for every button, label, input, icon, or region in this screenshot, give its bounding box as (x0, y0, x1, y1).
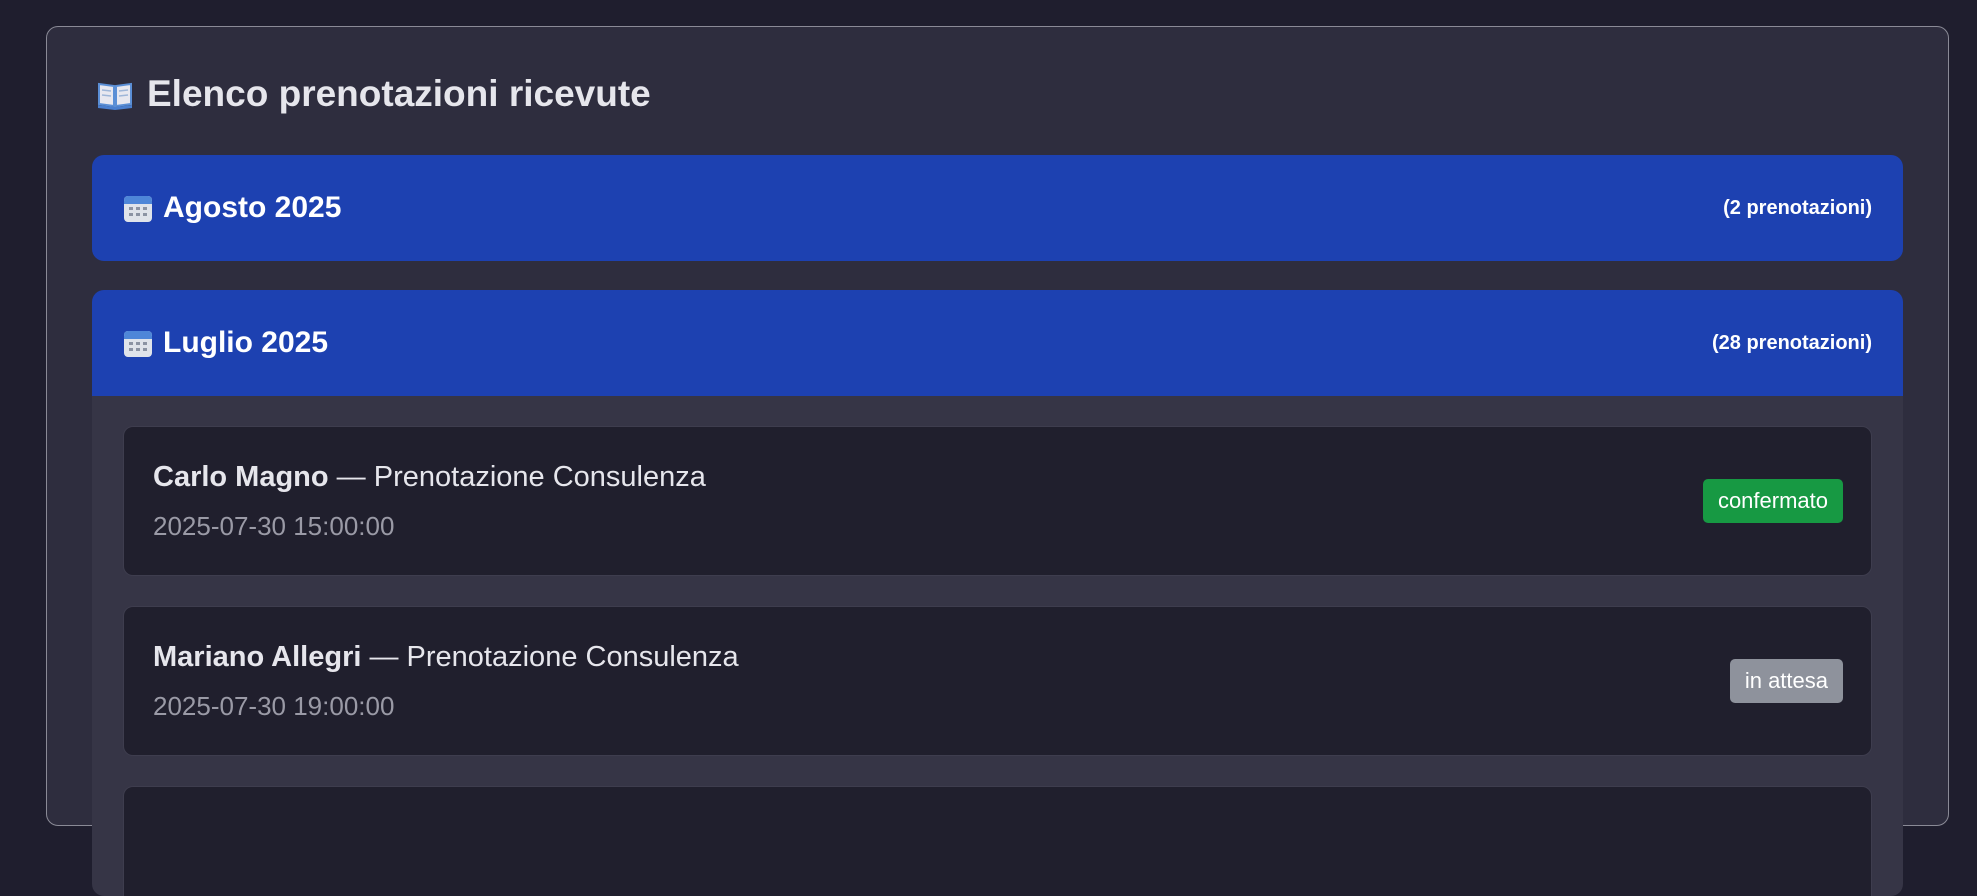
bookings-panel: Elenco prenotazioni ricevute Agosto 2025… (46, 26, 1949, 896)
open-book-icon (98, 82, 132, 110)
month-title-text: Agosto 2025 (163, 191, 342, 224)
customer-name: Carlo Magno (153, 461, 329, 493)
booking-card[interactable]: Carlo Magno — Prenotazione Consulenza 20… (123, 426, 1872, 576)
page-title: Elenco prenotazioni ricevute (97, 73, 651, 115)
booking-card[interactable]: Mariano Allegri — Prenotazione Consulenz… (123, 606, 1872, 756)
booking-datetime: 2025-07-30 15:00:00 (153, 511, 395, 541)
booking-datetime: 2025-07-30 19:00:00 (153, 691, 395, 721)
booking-card[interactable] (123, 786, 1872, 896)
calendar-icon (124, 331, 152, 357)
month-group-luglio: Luglio 2025 (28 prenotazioni) Carlo Magn… (92, 290, 1903, 896)
month-booking-count: (28 prenotazioni) (1711, 331, 1872, 354)
status-badge: confermato (1702, 479, 1843, 523)
title-separator: — (328, 461, 374, 493)
page-title-text: Elenco prenotazioni ricevute (147, 73, 651, 114)
month-title: Luglio 2025 (123, 326, 328, 360)
month-group-agosto: Agosto 2025 (2 prenotazioni) (92, 155, 1903, 261)
customer-name: Mariano Allegri (153, 641, 362, 673)
booking-title: Mariano Allegri — Prenotazione Consulenz… (153, 641, 739, 674)
month-header-agosto[interactable]: Agosto 2025 (2 prenotazioni) (92, 155, 1903, 261)
title-separator: — (361, 641, 407, 673)
calendar-icon (124, 196, 152, 222)
booking-list: Carlo Magno — Prenotazione Consulenza 20… (92, 396, 1903, 896)
booking-title: Carlo Magno — Prenotazione Consulenza (153, 461, 706, 494)
month-title: Agosto 2025 (123, 191, 341, 225)
month-title-text: Luglio 2025 (163, 326, 329, 359)
status-badge: in attesa (1729, 659, 1843, 703)
month-header-luglio[interactable]: Luglio 2025 (28 prenotazioni) (92, 290, 1903, 396)
month-booking-count: (2 prenotazioni) (1723, 196, 1872, 219)
service-name: Prenotazione Consulenza (406, 641, 739, 673)
service-name: Prenotazione Consulenza (373, 461, 706, 493)
